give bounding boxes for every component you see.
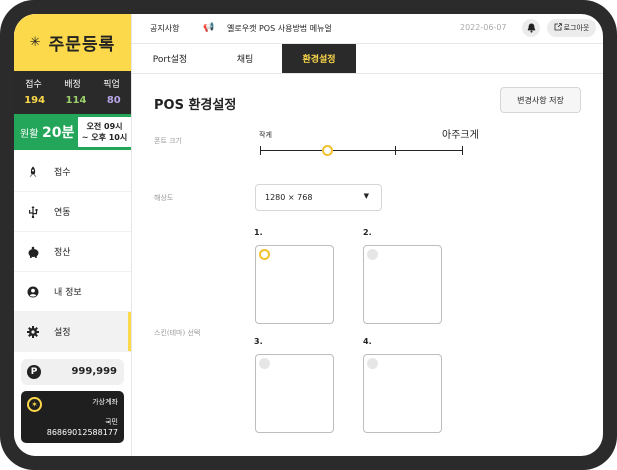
- wait-status-label: 원활: [20, 129, 39, 140]
- stat-label-received: 접수: [25, 80, 42, 90]
- points-badge: P: [27, 365, 41, 379]
- sidebar-item-reception[interactable]: 접수: [14, 152, 131, 192]
- notice-text[interactable]: 옐로우캣 POS 사용방법 메뉴얼: [227, 23, 332, 34]
- sidebar-item-label: 내 정보: [54, 288, 82, 298]
- resolution-select[interactable]: 1280 × 768 ▼: [255, 184, 382, 211]
- rocket-icon: [26, 165, 40, 179]
- yellowcat-logo-icon: ✶: [27, 397, 42, 412]
- skin-radio-selected[interactable]: [259, 249, 270, 260]
- resolution-label: 해상도: [154, 194, 174, 202]
- points-balance: P 999,999: [21, 359, 124, 385]
- sidebar-item-label: 정산: [54, 248, 71, 258]
- brand-title: 주문등록: [48, 35, 116, 55]
- points-value: 999,999: [71, 366, 117, 377]
- order-register-button[interactable]: ✳ 주문등록: [14, 14, 131, 71]
- skin-option-1[interactable]: [255, 245, 334, 324]
- sidebar-item-settings[interactable]: 설정: [14, 312, 131, 352]
- skin-option-number: 1.: [254, 228, 263, 237]
- bell-icon[interactable]: [522, 19, 540, 37]
- resolution-value: 1280 × 768: [265, 193, 313, 202]
- font-size-min-label: 작게: [259, 131, 272, 139]
- stat-label-pickup: 픽업: [103, 80, 120, 90]
- device-frame: ✳ 주문등록 접수 배정 픽업 194 114 80 원활 20분 오전 09시…: [0, 0, 617, 470]
- font-size-slider[interactable]: 작게 아주크게: [259, 126, 484, 166]
- sidebar-item-my-info[interactable]: 내 정보: [14, 272, 131, 312]
- page-title: POS 환경설정: [154, 98, 237, 113]
- slider-tick: [462, 146, 463, 155]
- save-changes-button[interactable]: 변경사항 저장: [500, 87, 581, 113]
- hours-close: ~ 오후 10시: [81, 133, 128, 142]
- slider-knob[interactable]: [322, 145, 333, 156]
- slider-track: [260, 150, 462, 151]
- sparkle-icon: ✳: [29, 35, 41, 50]
- sidebar: ✳ 주문등록 접수 배정 픽업 194 114 80 원활 20분 오전 09시…: [14, 14, 132, 456]
- account-label: 가상계좌: [92, 398, 118, 406]
- skin-radio[interactable]: [259, 358, 270, 369]
- stat-value-received: 194: [24, 95, 46, 106]
- skin-option-3[interactable]: [255, 354, 334, 433]
- skin-option-number: 2.: [363, 228, 372, 237]
- tab-port-settings[interactable]: Port설정: [132, 44, 208, 73]
- skin-option-number: 4.: [363, 337, 372, 346]
- sidebar-item-integration[interactable]: 연동: [14, 192, 131, 232]
- skin-label: 스킨(테마) 선택: [154, 329, 201, 337]
- slider-tick: [395, 146, 396, 155]
- usb-icon: [26, 205, 40, 219]
- font-size-label: 폰트 크기: [154, 137, 182, 145]
- top-bar: 공지사항 📢 옐로우캣 POS 사용방법 메뉴얼 2022-06-07 로그아웃: [132, 14, 603, 44]
- tab-environment-settings[interactable]: 환경설정: [282, 44, 356, 73]
- business-hours: 오전 09시 ~ 오후 10시: [78, 117, 131, 147]
- logout-icon: [554, 23, 562, 33]
- virtual-account-card: ✶ 가상계좌 국민 86869012588177: [21, 391, 124, 443]
- wait-time: 20분: [42, 125, 75, 141]
- logout-button[interactable]: 로그아웃: [547, 19, 596, 37]
- hours-open: 오전 09시: [86, 122, 123, 131]
- sidebar-item-label: 접수: [54, 168, 71, 178]
- skin-option-4[interactable]: [363, 354, 442, 433]
- skin-radio[interactable]: [367, 249, 378, 260]
- account-number: 86869012588177: [46, 428, 118, 437]
- sidebar-item-settlement[interactable]: 정산: [14, 232, 131, 272]
- sidebar-item-label: 연동: [54, 208, 71, 218]
- tab-chat[interactable]: 채팅: [208, 44, 282, 73]
- settings-tabs: Port설정 채팅 환경설정: [132, 44, 603, 74]
- font-size-max-label: 아주크게: [442, 130, 479, 141]
- notice-label[interactable]: 공지사항: [150, 23, 179, 34]
- piggy-bank-icon: [26, 245, 40, 259]
- user-icon: [26, 285, 40, 299]
- sidebar-menu: 접수 연동 정산 내 정보 설정: [14, 152, 131, 352]
- stat-value-pickup: 80: [106, 95, 121, 106]
- skin-radio[interactable]: [367, 358, 378, 369]
- wait-status: 원활 20분 오전 09시 ~ 오후 10시: [14, 114, 131, 150]
- order-stats: 접수 배정 픽업 194 114 80: [14, 71, 131, 114]
- gear-icon: [26, 325, 40, 339]
- skin-option-number: 3.: [254, 337, 263, 346]
- app-screen: ✳ 주문등록 접수 배정 픽업 194 114 80 원활 20분 오전 09시…: [14, 14, 603, 456]
- account-bank: 국민: [105, 418, 118, 426]
- megaphone-icon: 📢: [203, 23, 215, 33]
- stat-value-assigned: 114: [65, 95, 87, 106]
- caret-down-icon: ▼: [363, 192, 369, 200]
- slider-tick: [260, 146, 261, 155]
- current-date: 2022-06-07: [460, 23, 507, 32]
- stat-label-assigned: 배정: [64, 80, 81, 90]
- skin-option-2[interactable]: [363, 245, 442, 324]
- logout-label: 로그아웃: [563, 24, 590, 32]
- sidebar-item-label: 설정: [54, 328, 71, 338]
